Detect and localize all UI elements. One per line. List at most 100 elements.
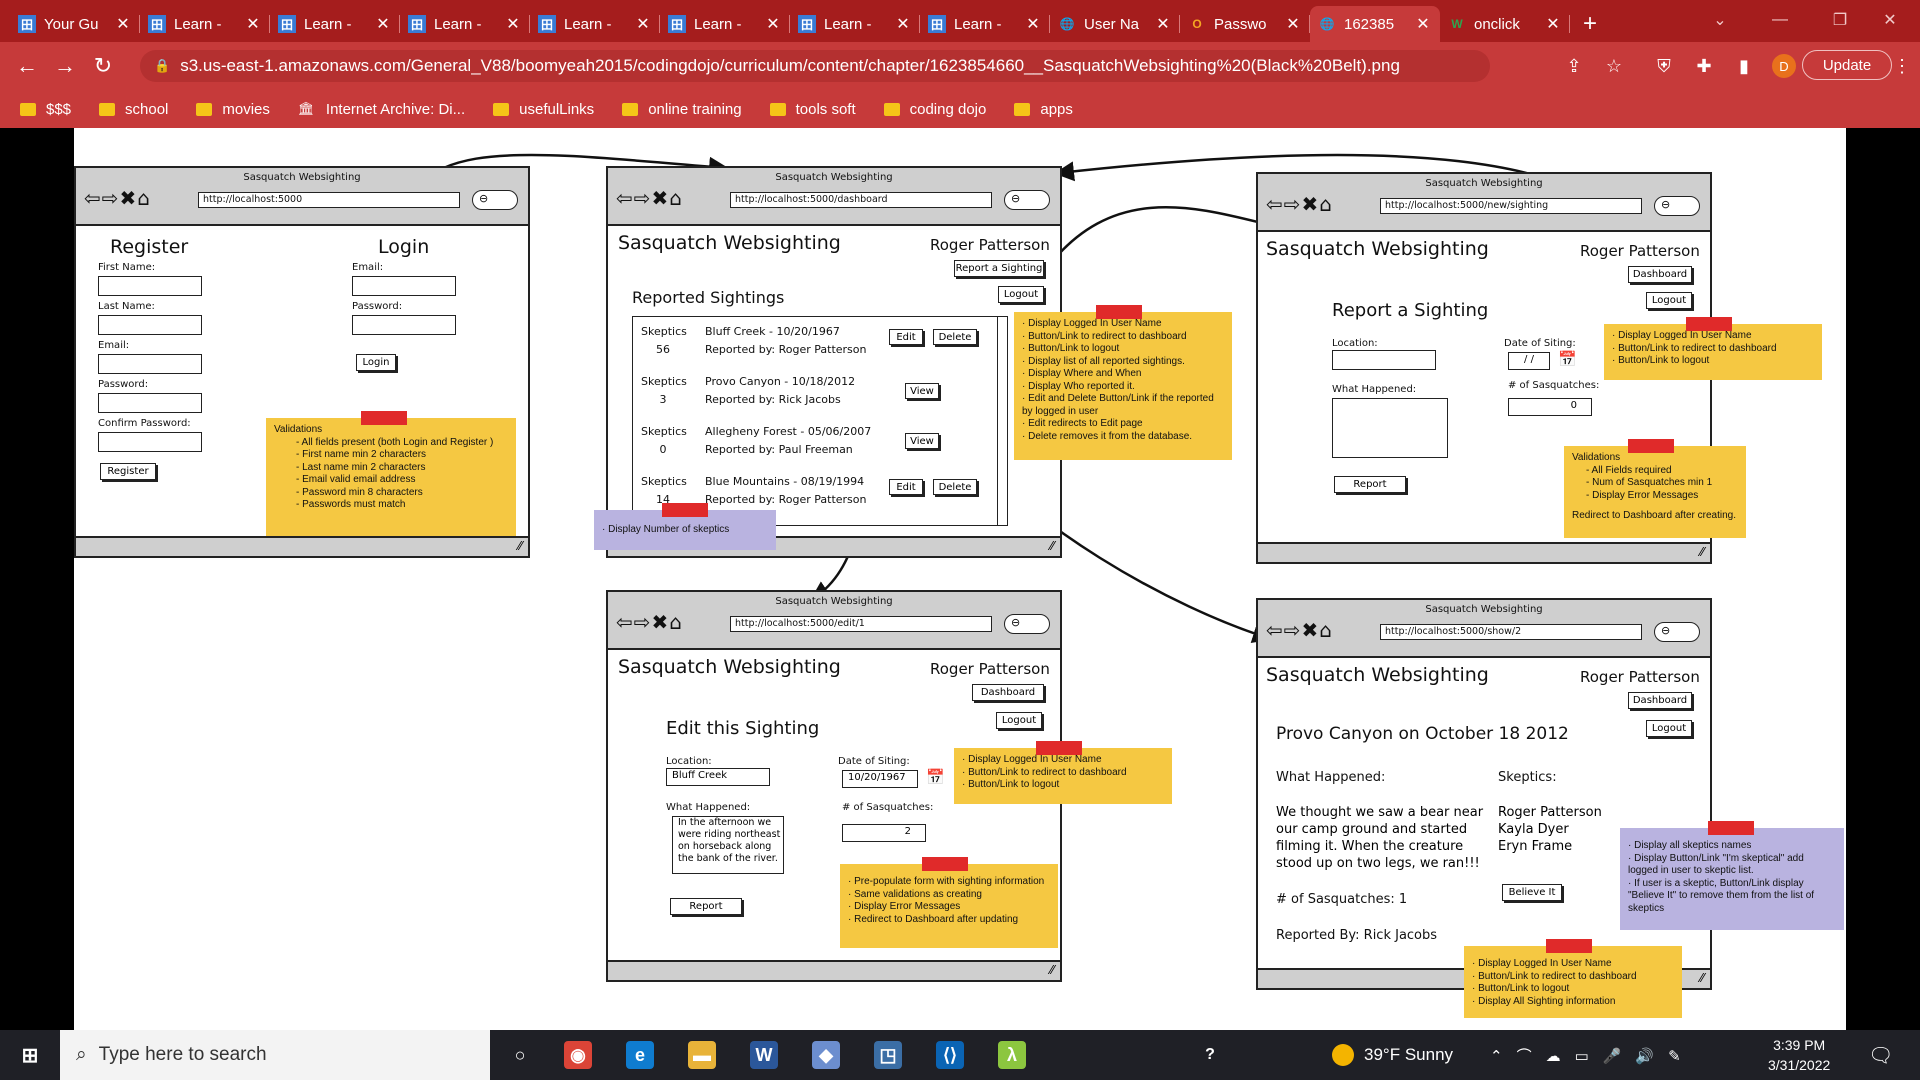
minimize-icon[interactable]: — [1750,0,1810,40]
tab-11[interactable]: Wonclick ✕ [1440,6,1570,42]
tab-close-icon[interactable]: ✕ [1544,14,1562,34]
tab-0[interactable]: 田 Your Gu ✕ [10,6,140,42]
note-item: - Last name min 2 characters [296,461,426,473]
bookmark-8[interactable]: apps [1014,101,1073,118]
skeptics-note: Display Number of skeptics [594,503,776,550]
wf-url: http://localhost:5000 [198,192,460,208]
sighting-place: Provo Canyon - 10/18/2012 [705,375,856,388]
file-explorer-icon[interactable]: ▬ [688,1041,716,1069]
bookmark-4[interactable]: usefulLinks [493,101,594,118]
tab-close-icon[interactable]: ✕ [114,14,132,34]
tab-close-icon[interactable]: ✕ [374,14,392,34]
tab-title: Learn - [434,15,482,33]
sighting-reporter: Reported by: Roger Patterson [705,493,867,506]
tab-5[interactable]: 田 Learn - ✕ [660,6,790,42]
windows-start-icon[interactable]: ⊞ [12,1037,48,1073]
password-field [98,393,202,413]
chrome-icon[interactable]: ◉ [564,1041,592,1069]
devtools-icon[interactable]: ◆ [812,1041,840,1069]
tab-close-icon[interactable]: ✕ [244,14,262,34]
bookmark-label: coding dojo [909,100,987,118]
last-name-field [98,315,202,335]
tab-search-icon[interactable]: ⌄ [1690,0,1750,40]
image-viewer: Sasquatch Websighting ⇦⇨✖⌂ http://localh… [74,128,1846,1030]
search-icon: ⊖ [472,190,518,210]
extension-shield-icon[interactable]: ⛨ [1648,50,1680,82]
folder-icon [20,102,36,116]
back-icon[interactable]: ← [8,47,46,85]
note-item: - All fields present (both Login and Reg… [296,436,494,448]
tab-10[interactable]: 🌐 162385 ✕ [1310,6,1440,42]
forward-icon[interactable]: → [46,47,84,85]
note-item: Kayla Dyer [1498,822,1569,837]
menu-kebab-icon[interactable]: ⋮ [1886,50,1918,82]
cortana-icon[interactable]: ○ [502,1037,538,1073]
bookmark-3[interactable]: 🏛 Internet Archive: Di... [298,101,465,118]
tab-2[interactable]: 田 Learn - ✕ [270,6,400,42]
register-title: Register [110,236,189,258]
app-icon[interactable]: ◳ [874,1041,902,1069]
tab-close-icon[interactable]: ✕ [634,14,652,34]
tab-close-icon[interactable]: ✕ [504,14,522,34]
sighting-row: Skeptics 0 Allegheny Forest - 05/06/2007 Re… [633,421,993,467]
bookmark-5[interactable]: online training [622,101,742,118]
vscode-icon[interactable]: ⟨⟩ [936,1041,964,1069]
edge-icon[interactable]: e [626,1041,654,1069]
edit-note-2: Pre-populate form with sighting informat… [840,857,1058,948]
reload-icon[interactable]: ↻ [84,47,122,85]
search-icon: ⌕ [76,1044,87,1065]
tab-8[interactable]: 🌐 User Na ✕ [1050,6,1180,42]
clock[interactable]: 3:39 PM 3/31/2022 [1768,1030,1830,1080]
new-note-2: Validations - All Fields required - Num o… [1564,439,1746,538]
system-tray-icons[interactable]: ⌃⌒☁▭🎤🔊✎ [1490,1030,1695,1080]
dashboard-wireframe: Sasquatch Websighting ⇦⇨✖⌂ http://localh… [606,166,1062,558]
share-icon[interactable]: ⇪ [1558,50,1590,82]
tab-title: Learn - [954,15,1002,33]
tab-1[interactable]: 田 Learn - ✕ [140,6,270,42]
note-item: Eryn Frame [1498,839,1573,854]
tab-7[interactable]: 田 Learn - ✕ [920,6,1050,42]
sidepanel-icon[interactable]: ▮ [1728,50,1760,82]
weather[interactable]: 39°F Sunny [1332,1030,1453,1080]
address-bar[interactable]: 🔒 s3.us-east-1.amazonaws.com/General_V88… [140,50,1490,82]
tab-close-icon[interactable]: ✕ [764,14,782,34]
confirm-password-field [98,432,202,452]
resize-icon: ⁄⁄ [517,539,522,553]
bookmark-label: apps [1040,100,1073,118]
bookmark-label: $$$ [46,100,72,118]
lambda-icon[interactable]: λ [998,1041,1026,1069]
new-tab-button[interactable]: + [1570,6,1610,42]
close-window-icon[interactable]: ✕ [1860,0,1920,40]
screen: 田 Your Gu ✕ 田 Learn - ✕ 田 Learn - ✕ 田 Learn - ✕ 田 Lea… [0,0,1920,1080]
skeptics-label: Skeptics [641,475,687,488]
tab-close-icon[interactable]: ✕ [1414,14,1432,34]
tab-6[interactable]: 田 Learn - ✕ [790,6,920,42]
note-item: Display Where and When [1022,368,1224,381]
tab-close-icon[interactable]: ✕ [1024,14,1042,34]
note-item: Display Logged In User Name [1022,318,1224,331]
bookmark-1[interactable]: school [99,101,168,118]
tab-close-icon[interactable]: ✕ [1154,14,1172,34]
folder-icon [1014,102,1031,116]
bookmark-star-icon[interactable]: ☆ [1598,50,1630,82]
tab-close-icon[interactable]: ✕ [1284,14,1302,34]
tab-3[interactable]: 田 Learn - ✕ [400,6,530,42]
bookmark-0[interactable]: $$$ [20,101,71,118]
bookmark-2[interactable]: movies [196,101,270,118]
notifications-icon[interactable]: 🗨 [1868,1030,1893,1080]
tab-4[interactable]: 田 Learn - ✕ [530,6,660,42]
bookmark-6[interactable]: tools soft [769,101,856,118]
first-name-field [98,276,202,296]
help-icon[interactable]: ? [1192,1037,1228,1073]
extensions-puzzle-icon[interactable]: ✚ [1688,50,1720,82]
bookmark-7[interactable]: coding dojo [883,100,987,118]
note-item: Display list of all reported sightings. [1022,356,1224,369]
profile-avatar[interactable]: D [1768,50,1800,82]
tab-close-icon[interactable]: ✕ [894,14,912,34]
taskbar-search[interactable]: ⌕ Type here to search [60,1030,490,1080]
bookmark-label: movies [222,100,270,118]
update-button[interactable]: Update [1802,50,1892,80]
sighting-row: Skeptics 56 Bluff Creek - 10/20/1967 Report… [633,321,993,367]
tab-9[interactable]: O Passwo ✕ [1180,6,1310,42]
word-icon[interactable]: W [750,1041,778,1069]
